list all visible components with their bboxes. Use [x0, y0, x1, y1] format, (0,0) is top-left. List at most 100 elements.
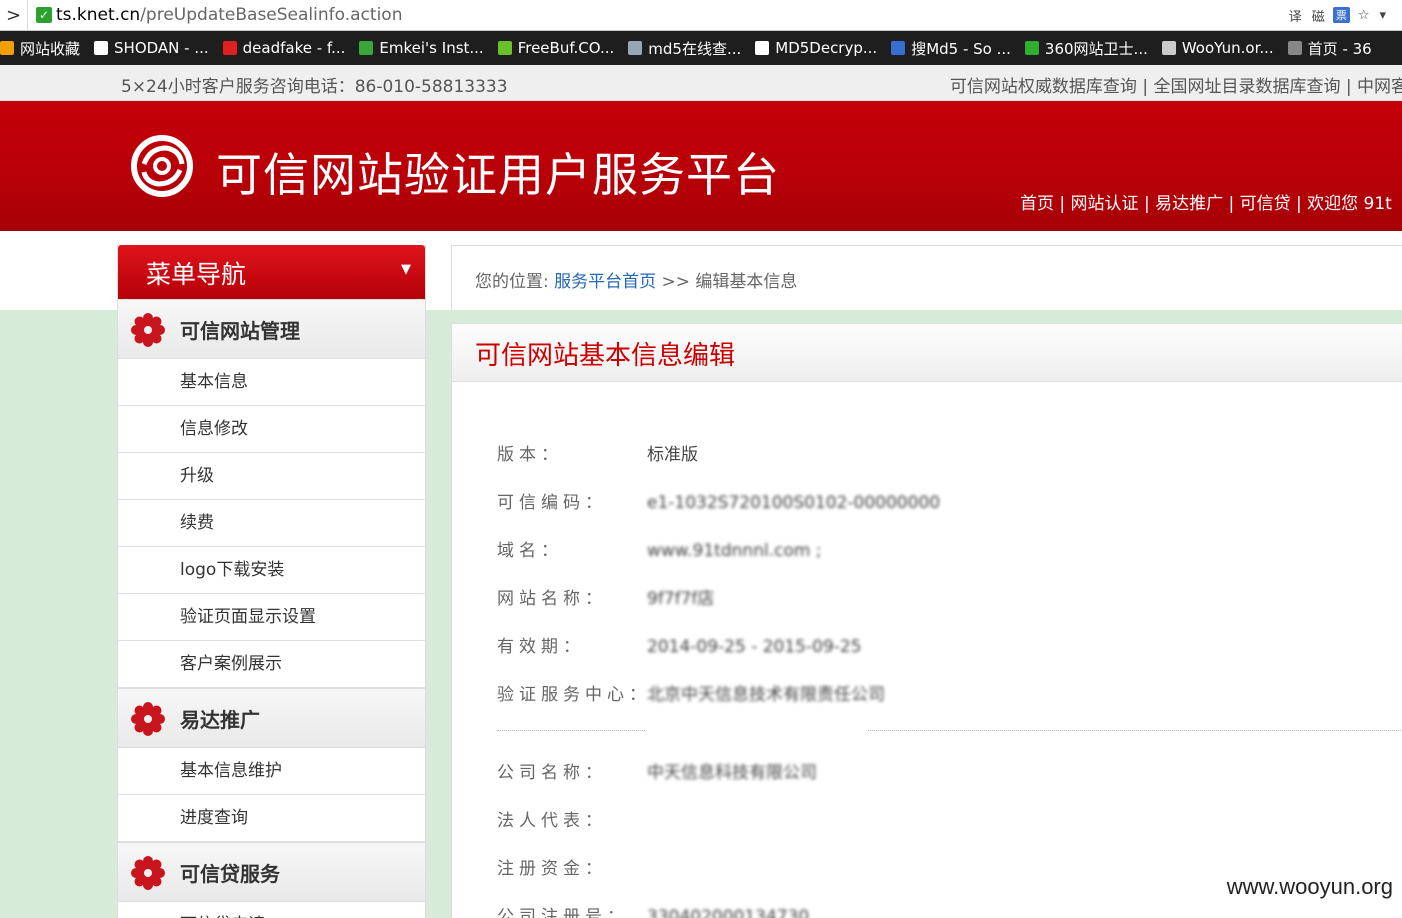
bookmark-item[interactable]: md5在线查...	[628, 38, 741, 59]
field-label: 验证服务中心：	[497, 685, 651, 705]
site-title: 可信网站验证用户服务平台	[216, 148, 780, 202]
bookmark-icon	[497, 41, 512, 55]
bookmark-label: 搜Md5 - So ...	[911, 39, 1011, 58]
breadcrumb: 您的位置: 服务平台首页 >> 编辑基本信息	[475, 267, 797, 292]
bookmark-icon	[222, 41, 237, 55]
sidebar-item[interactable]: 续费	[118, 500, 425, 547]
info-field: 验证服务中心：北京中天信息技术有限责任公司	[497, 680, 885, 705]
field-value: 9f7f7f店	[647, 589, 715, 609]
sidebar-item[interactable]: 基本信息维护	[118, 748, 425, 795]
field-label: 法人代表：	[497, 811, 607, 831]
field-label: 公司名称：	[497, 763, 607, 783]
chevron-down-icon[interactable]: ▼	[401, 262, 411, 277]
info-field: 有效期： 2014-09-25 - 2015-09-25	[497, 632, 862, 657]
sidebar-item[interactable]: 信息修改	[118, 406, 425, 453]
gear-icon	[130, 855, 166, 891]
divider	[868, 730, 1402, 731]
bookmark-icon	[1024, 41, 1039, 55]
bookmark-label: SHODAN - ...	[114, 39, 209, 57]
sidebar-group[interactable]: 易达推广	[118, 688, 425, 748]
sidebar-item[interactable]: 客户案例展示	[118, 641, 425, 688]
banner-nav[interactable]: 首页 | 网站认证 | 易达推广 | 可信贷 | 欢迎您 91t	[1020, 189, 1392, 214]
top-links[interactable]: 可信网站权威数据库查询 | 全国网址目录数据库查询 | 中网客	[950, 72, 1402, 97]
secure-check-icon: ✓	[36, 7, 52, 23]
field-label: 注册资金：	[497, 859, 607, 879]
sidebar-item[interactable]: 验证页面显示设置	[118, 594, 425, 641]
bookmark-item[interactable]: 首页 - 36	[1287, 38, 1372, 59]
sidebar-group[interactable]: 可信网站管理	[118, 299, 425, 359]
sidebar-group-label: 可信贷服务	[180, 862, 280, 886]
bookmark-item[interactable]: 搜Md5 - So ...	[891, 38, 1011, 59]
bookmark-item[interactable]: deadfake - f...	[222, 39, 346, 57]
bookmark-label: deadfake - f...	[242, 39, 346, 57]
breadcrumb-box: 您的位置: 服务平台首页 >> 编辑基本信息	[451, 245, 1402, 310]
bookmark-label: Emkei's Inst...	[379, 39, 484, 57]
bookmarks-bar: 网站收藏 SHODAN - ... deadfake - f... Emkei's I…	[0, 31, 1402, 65]
chevron-right-icon[interactable]: >	[0, 0, 28, 30]
bookmark-icon	[0, 41, 14, 55]
bookmark-icon	[755, 41, 770, 55]
service-hotline: 5×24小时客户服务咨询电话：86-010-58813333	[121, 77, 508, 97]
sidebar-item[interactable]: 升级	[118, 453, 425, 500]
url-field[interactable]: ts.knet.cn/preUpdateBaseSealinfo.action	[56, 5, 1287, 25]
translate-icon[interactable]: 译	[1287, 6, 1304, 25]
sidebar-group-label: 可信网站管理	[180, 319, 300, 343]
bookmark-label: 网站收藏	[20, 39, 81, 58]
field-label: 可信编码：	[497, 493, 607, 513]
field-value: 330402000134730	[647, 907, 810, 918]
field-value: 标准版	[647, 445, 698, 465]
bookmark-item[interactable]: FreeBuf.CO...	[497, 39, 615, 57]
divider	[497, 730, 645, 731]
bookmark-item[interactable]: 网站收藏	[0, 38, 80, 59]
info-field: 域名： www.91tdnnnl.com ;	[497, 536, 822, 561]
watermark: www.wooyun.org	[1226, 874, 1393, 899]
magnet-icon[interactable]: 磁	[1310, 6, 1327, 25]
info-field: 版本： 标准版	[497, 440, 698, 465]
breadcrumb-current: >> 编辑基本信息	[656, 272, 798, 292]
field-label: 网站名称：	[497, 589, 607, 609]
breadcrumb-home-link[interactable]: 服务平台首页	[554, 272, 656, 292]
bookmark-item[interactable]: MD5Decryp...	[755, 39, 877, 57]
field-value: e1-1032S720100S0102-00000000	[647, 493, 941, 513]
site-banner: 可信网站验证用户服务平台 首页 | 网站认证 | 易达推广 | 可信贷 | 欢迎…	[0, 101, 1402, 231]
sidebar-item[interactable]: 基本信息	[118, 359, 425, 406]
sidebar-item[interactable]: logo下载安装	[118, 547, 425, 594]
gear-icon	[130, 701, 166, 737]
sidebar-group-label: 易达推广	[180, 708, 260, 732]
field-value: www.91tdnnnl.com ;	[647, 541, 822, 561]
bookmark-item[interactable]: Emkei's Inst...	[359, 39, 484, 57]
bookmark-label: MD5Decryp...	[775, 39, 878, 57]
bookmark-label: FreeBuf.CO...	[517, 39, 615, 57]
ticket-icon[interactable]: 票	[1332, 7, 1350, 23]
field-value: 北京中天信息技术有限责任公司	[647, 685, 885, 705]
field-label: 公司注册号：	[497, 907, 629, 918]
sidebar-body: 可信网站管理基本信息 信息修改 升级 续费 logo下载安装 验证页面显示设置 客户案例展示…	[118, 299, 425, 918]
sidebar-item[interactable]: 进度查询	[118, 795, 425, 842]
bookmark-item[interactable]: SHODAN - ...	[94, 39, 209, 57]
field-label: 版本：	[497, 445, 563, 465]
bookmark-icon	[1287, 41, 1302, 55]
sidebar-title: 菜单导航	[146, 260, 247, 289]
info-field: 公司名称： 中天信息科技有限公司	[497, 758, 817, 783]
bookmark-icon	[1161, 41, 1176, 55]
url-host: ts.knet.cn	[56, 5, 141, 25]
star-icon[interactable]: ☆	[1356, 8, 1372, 23]
info-field: 法人代表：	[497, 806, 647, 831]
address-bar: > ✓ ts.knet.cn/preUpdateBaseSealinfo.act…	[0, 0, 1402, 31]
sidebar-item[interactable]: 可信贷申请	[118, 902, 425, 918]
bookmark-label: 首页 - 36	[1307, 39, 1372, 58]
info-field: 注册资金：	[497, 854, 647, 879]
info-field: 公司注册号： 330402000134730	[497, 902, 809, 918]
bookmark-item[interactable]: 360网站卫士...	[1024, 38, 1148, 59]
sidebar-group[interactable]: 可信贷服务	[118, 842, 425, 902]
bookmark-item[interactable]: WooYun.or...	[1161, 39, 1274, 57]
menu-caret-icon[interactable]: ▾	[1377, 8, 1388, 23]
sidebar-menu: 菜单导航 ▼ 可信网站管理基本信息 信息修改 升级 续费 logo下载安装 验证页面显示设…	[117, 245, 426, 918]
bookmark-label: 360网站卫士...	[1044, 39, 1148, 58]
breadcrumb-prefix: 您的位置:	[475, 272, 555, 292]
main-panel: 可信网站基本信息编辑 版本： 标准版可信编码： e1-1032S720100S010…	[451, 323, 1402, 918]
browser-tools: 译 磁 票 ☆ ▾	[1287, 6, 1402, 25]
panel-title: 可信网站基本信息编辑	[475, 341, 736, 371]
sidebar-header[interactable]: 菜单导航 ▼	[118, 245, 425, 299]
bookmark-label: WooYun.or...	[1181, 39, 1274, 57]
